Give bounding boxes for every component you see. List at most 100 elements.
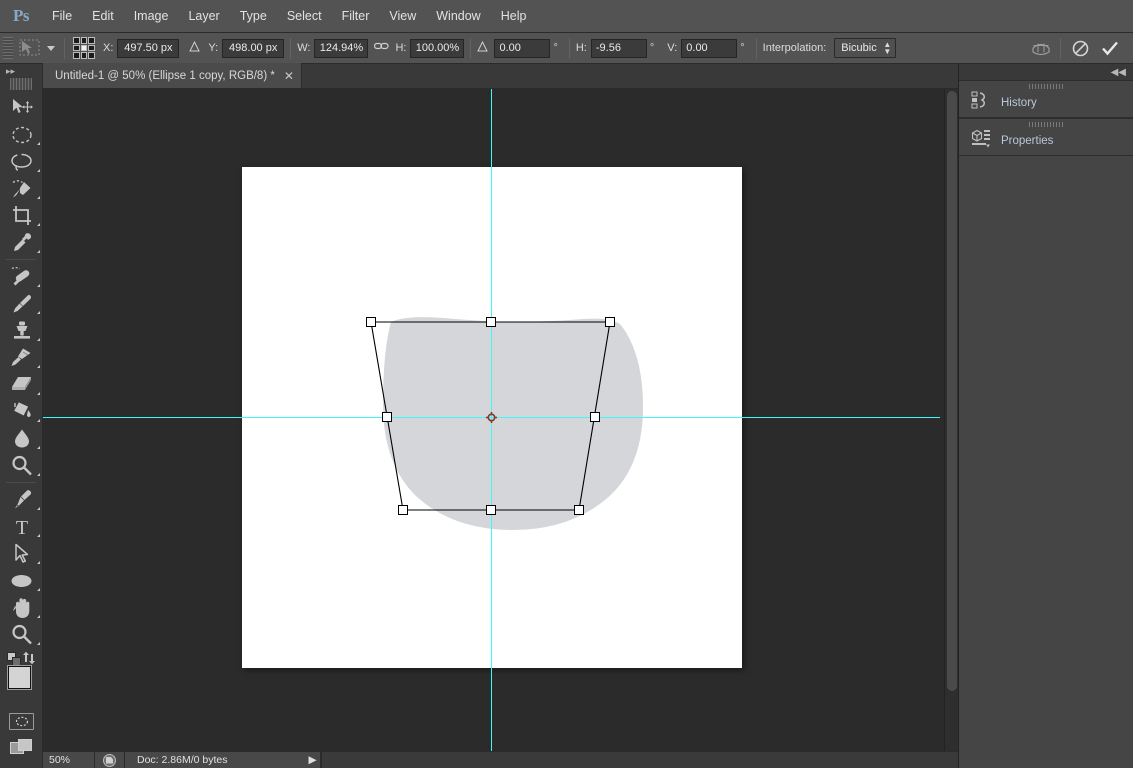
vertical-scrollbar[interactable]	[944, 89, 958, 753]
menu-layer[interactable]: Layer	[178, 0, 229, 33]
chain-link-icon[interactable]	[374, 41, 390, 55]
brush-icon[interactable]	[0, 290, 43, 317]
ellipse-shape-icon[interactable]	[0, 567, 43, 594]
skew-v-input[interactable]	[681, 38, 738, 58]
flyout-triangle-icon	[37, 473, 40, 476]
panel-collapse-icon[interactable]: ◀◀	[959, 64, 1133, 80]
clone-stamp-icon[interactable]	[0, 317, 43, 344]
skew-h-label: H:	[575, 42, 587, 54]
options-bar-grip[interactable]	[3, 37, 13, 59]
menu-view[interactable]: View	[379, 0, 426, 33]
h-input[interactable]	[410, 38, 465, 58]
rotation-input[interactable]	[494, 38, 551, 58]
flyout-triangle-icon	[37, 223, 40, 226]
options-bar: X: Y: W: H: ° H: ° V: °	[0, 33, 1133, 64]
type-T-icon[interactable]: T	[0, 513, 43, 540]
reference-point-grid-icon[interactable]	[73, 37, 95, 59]
quick-mask-box	[9, 712, 34, 730]
options-separator-3	[470, 37, 472, 59]
healing-brush-icon[interactable]	[0, 263, 43, 290]
menu-edit[interactable]: Edit	[82, 0, 124, 33]
menu-type[interactable]: Type	[230, 0, 277, 33]
flyout-triangle-icon	[37, 419, 40, 422]
dodge-icon[interactable]	[0, 452, 43, 479]
handle-middle-right	[590, 412, 600, 422]
toolbar-collapse-icon[interactable]: ▸▸	[0, 64, 42, 78]
status-more-icon[interactable]: ▶	[305, 751, 321, 768]
options-separator-1	[64, 37, 65, 59]
ellipse-shape-layer	[383, 317, 643, 530]
zoom-level[interactable]: 50%	[43, 751, 95, 768]
interpolation-select-wrap: Bicubic ▲ ▼	[830, 38, 897, 58]
options-separator-2	[290, 37, 292, 59]
properties-panel-icon	[971, 129, 991, 153]
menu-help[interactable]: Help	[491, 0, 537, 33]
close-icon[interactable]: ✕	[284, 70, 294, 82]
panel-history[interactable]: History	[959, 80, 1133, 118]
commit-transform-icon[interactable]	[1095, 35, 1125, 61]
x-label: X:	[103, 42, 114, 54]
blur-droplet-icon[interactable]	[0, 425, 43, 452]
warp-mode-icon[interactable]	[1026, 35, 1056, 61]
anchor-br[interactable]	[88, 52, 95, 59]
right-panel-dock: ◀◀ History Properties	[958, 64, 1133, 768]
menu-filter[interactable]: Filter	[332, 0, 380, 33]
history-brush-icon[interactable]	[0, 344, 43, 371]
eraser-icon[interactable]	[0, 371, 43, 398]
toolbar-divider-1	[6, 259, 36, 260]
menu-file[interactable]: File	[42, 0, 82, 33]
cancel-transform-icon[interactable]	[1065, 35, 1095, 61]
interpolation-select[interactable]: Bicubic	[834, 38, 897, 58]
handle-bottom-left	[398, 505, 408, 515]
flyout-triangle-icon	[37, 534, 40, 537]
anchor-tl[interactable]	[73, 37, 80, 44]
anchor-bc[interactable]	[80, 52, 88, 59]
paint-bucket-icon[interactable]	[0, 398, 43, 425]
lasso-icon[interactable]	[0, 148, 43, 175]
zoom-magnifier-icon[interactable]	[0, 621, 43, 648]
crop-icon[interactable]	[0, 202, 43, 229]
path-arrow-icon[interactable]	[0, 540, 43, 567]
options-separator-6	[1060, 37, 1061, 59]
quick-mask-icon[interactable]	[0, 708, 43, 734]
panel-properties[interactable]: Properties	[959, 118, 1133, 156]
delta-triangle-icon-2	[477, 40, 489, 55]
canvas-viewport[interactable]	[43, 89, 958, 768]
anchor-tc[interactable]	[80, 37, 88, 44]
anchor-mr[interactable]	[88, 44, 95, 52]
quick-selection-icon[interactable]	[0, 175, 43, 202]
flyout-triangle-icon	[37, 284, 40, 287]
document-tab[interactable]: Untitled-1 @ 50% (Ellipse 1 copy, RGB/8)…	[43, 63, 302, 88]
menu-select[interactable]: Select	[277, 0, 332, 33]
y-label: Y:	[208, 42, 219, 54]
options-separator-5	[755, 37, 757, 59]
panel-history-label: History	[1001, 96, 1037, 109]
flyout-triangle-icon	[37, 196, 40, 199]
toolbar-grip[interactable]	[10, 78, 32, 90]
elliptical-marquee-icon[interactable]	[0, 121, 43, 148]
eyedropper-icon[interactable]	[0, 229, 43, 256]
panel-history-grip[interactable]	[1029, 84, 1063, 89]
anchor-ml[interactable]	[73, 44, 80, 52]
panel-properties-grip[interactable]	[1029, 122, 1063, 127]
y-input[interactable]	[222, 38, 285, 58]
pen-icon[interactable]	[0, 486, 43, 513]
menu-window[interactable]: Window	[426, 0, 490, 33]
x-input[interactable]	[117, 38, 180, 58]
document-thumb-icon[interactable]	[95, 751, 125, 768]
document-info: Doc: 2.86M/0 bytes	[137, 753, 228, 766]
vertical-scroll-thumb[interactable]	[947, 91, 957, 691]
hand-icon[interactable]	[0, 594, 43, 621]
skew-h-input[interactable]	[590, 38, 647, 58]
interpolation-label: Interpolation:	[762, 42, 827, 54]
menu-image[interactable]: Image	[124, 0, 179, 33]
tool-preset-chevron-down-icon[interactable]	[44, 35, 58, 61]
anchor-center[interactable]	[80, 44, 88, 52]
screen-mode-icon[interactable]	[0, 734, 43, 762]
foreground-color-swatch[interactable]	[7, 665, 32, 690]
free-transform-icon[interactable]	[16, 35, 44, 61]
move-tool[interactable]	[0, 94, 43, 121]
w-input[interactable]	[314, 38, 369, 58]
anchor-bl[interactable]	[73, 52, 80, 59]
anchor-tr[interactable]	[88, 37, 95, 44]
